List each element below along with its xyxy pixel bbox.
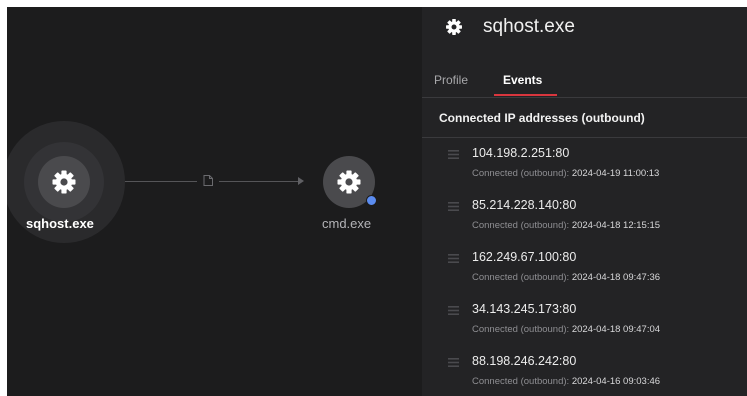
process-node-sqhost[interactable] bbox=[38, 156, 90, 208]
list-icon bbox=[448, 202, 459, 211]
connection-ip: 85.214.228.140:80 bbox=[472, 198, 577, 212]
connection-ip: 104.198.2.251:80 bbox=[472, 146, 570, 160]
panel-tabs: Profile Events bbox=[422, 67, 747, 97]
connection-meta: Connected (outbound): 2024-04-18 09:47:3… bbox=[472, 272, 660, 283]
connection-timestamp: 2024-04-16 09:03:46 bbox=[571, 376, 661, 387]
connection-meta: Connected (outbound): 2024-04-18 09:47:0… bbox=[472, 324, 660, 335]
app-frame: sqhost.exe cmd.exe sqhost.exe Profile Ev… bbox=[7, 7, 747, 396]
panel-title: sqhost.exe bbox=[483, 16, 575, 37]
panel-header: sqhost.exe bbox=[422, 7, 747, 59]
connection-ip: 34.143.245.173:80 bbox=[472, 302, 577, 316]
tab-profile[interactable]: Profile bbox=[434, 73, 468, 87]
edge-arrow-icon bbox=[298, 177, 304, 185]
connection-list-item[interactable]: 34.143.245.173:80 Connected (outbound): … bbox=[422, 301, 747, 353]
node-label-sqhost: sqhost.exe bbox=[26, 216, 94, 231]
connection-list-item[interactable]: 88.198.246.242:80 Connected (outbound): … bbox=[422, 353, 747, 396]
connection-meta: Connected (outbound): 2024-04-18 12:15:1… bbox=[472, 220, 660, 231]
connection-list-item[interactable]: 162.249.67.100:80 Connected (outbound): … bbox=[422, 249, 747, 301]
connection-list-item[interactable]: 104.198.2.251:80 Connected (outbound): 2… bbox=[422, 145, 747, 197]
connection-label: Connected (outbound): bbox=[472, 220, 570, 231]
gear-icon bbox=[337, 170, 361, 194]
connection-ip: 88.198.246.242:80 bbox=[472, 354, 577, 368]
connection-label: Connected (outbound): bbox=[472, 168, 570, 179]
connection-timestamp: 2024-04-18 12:15:15 bbox=[571, 220, 661, 231]
connection-timestamp: 2024-04-18 09:47:36 bbox=[571, 272, 661, 283]
list-icon bbox=[448, 150, 459, 159]
connection-meta: Connected (outbound): 2024-04-16 09:03:4… bbox=[472, 376, 660, 387]
connection-list: 104.198.2.251:80 Connected (outbound): 2… bbox=[422, 145, 747, 396]
node-label-cmd: cmd.exe bbox=[322, 216, 372, 231]
list-icon bbox=[448, 358, 459, 367]
gear-icon bbox=[446, 19, 462, 35]
edge-line bbox=[219, 181, 299, 182]
tab-events[interactable]: Events bbox=[503, 73, 542, 87]
gear-icon bbox=[52, 170, 76, 194]
document-icon[interactable] bbox=[203, 175, 213, 186]
connection-label: Connected (outbound): bbox=[472, 376, 570, 387]
connection-timestamp: 2024-04-19 11:00:13 bbox=[571, 168, 660, 179]
list-icon bbox=[448, 254, 459, 263]
connection-label: Connected (outbound): bbox=[472, 272, 570, 283]
connection-list-item[interactable]: 85.214.228.140:80 Connected (outbound): … bbox=[422, 197, 747, 249]
list-icon bbox=[448, 306, 459, 315]
section-divider bbox=[422, 137, 747, 138]
connection-ip: 162.249.67.100:80 bbox=[472, 250, 577, 264]
active-tab-indicator bbox=[494, 94, 557, 96]
tabs-divider bbox=[422, 97, 747, 98]
connection-meta: Connected (outbound): 2024-04-19 11:00:1… bbox=[472, 168, 659, 179]
node-status-dot bbox=[366, 195, 377, 206]
process-graph-canvas[interactable]: sqhost.exe cmd.exe bbox=[7, 7, 422, 396]
details-panel: sqhost.exe Profile Events Connected IP a… bbox=[422, 7, 747, 396]
connection-label: Connected (outbound): bbox=[472, 324, 570, 335]
connection-timestamp: 2024-04-18 09:47:04 bbox=[571, 324, 661, 335]
section-title-connected-ips: Connected IP addresses (outbound) bbox=[439, 111, 645, 125]
